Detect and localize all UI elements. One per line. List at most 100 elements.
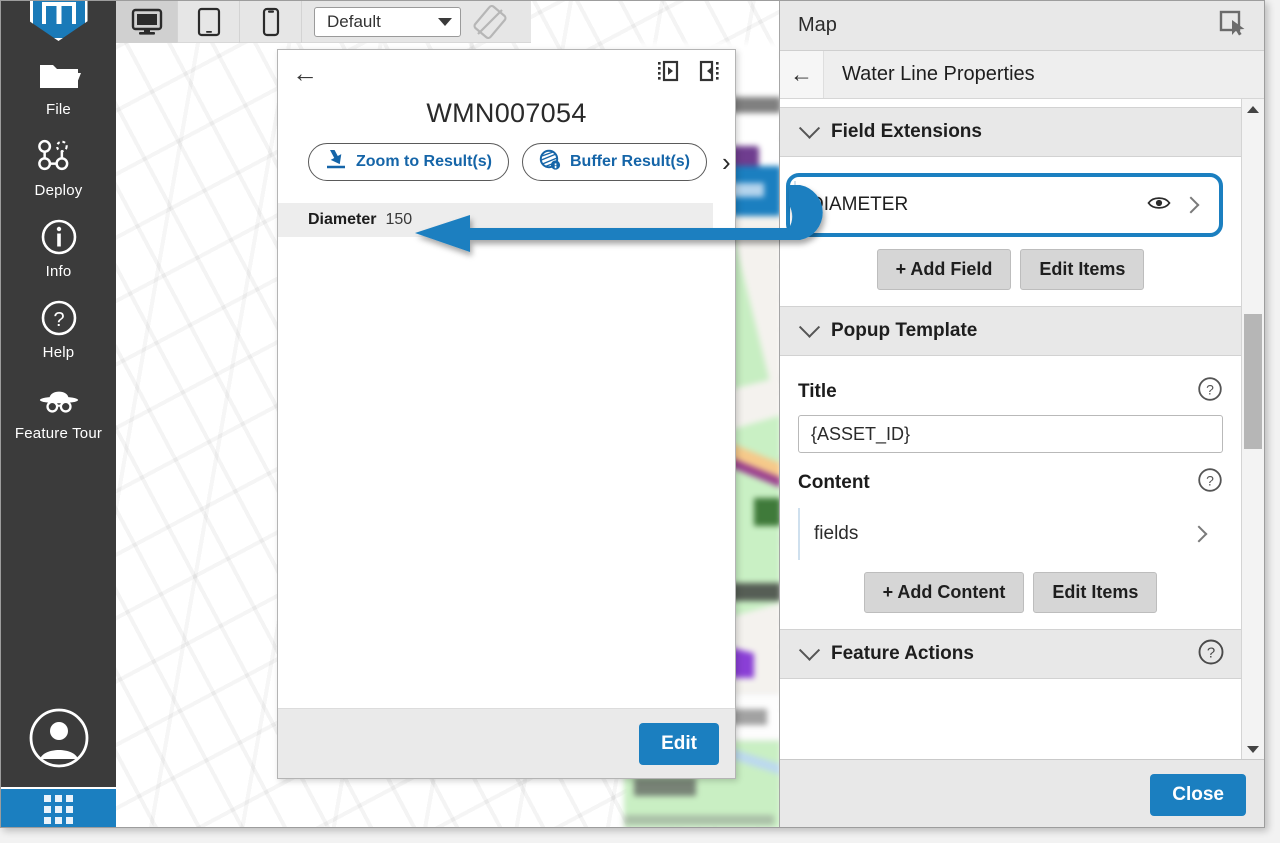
desktop-preview-button[interactable] [116,1,178,43]
scroll-down-arrow-icon[interactable] [1242,739,1264,759]
buffer-icon [539,149,561,176]
sidebar-item-deploy[interactable]: Deploy [1,124,116,205]
layout-select-value: Default [327,11,381,31]
attribute-value: 150 [385,211,413,228]
device-preview-toolbar: Default [116,1,531,43]
section-body-field-extensions: DIAMETER + Add Field Edit Items [780,157,1241,306]
popup-title-input[interactable] [798,415,1223,453]
breadcrumb-label: Water Line Properties [842,63,1035,85]
field-extension-buttons: + Add Field Edit Items [798,249,1223,290]
scroll-up-arrow-icon[interactable] [1242,99,1264,119]
section-header-field-extensions[interactable]: Field Extensions [780,107,1241,157]
side-panel-titlebar: Map [780,1,1264,51]
user-avatar-icon [29,708,88,768]
highlight-callout-box: DIAMETER [786,173,1223,237]
sidebar-item-feature-tour[interactable]: Feature Tour [1,367,116,448]
popup-content-buttons: + Add Content Edit Items [798,572,1223,613]
sidebar-item-label: Deploy [34,182,83,199]
breadcrumb: ← Water Line Properties [780,51,1264,99]
sidebar-item-label: File [46,101,71,118]
detective-hat-icon [37,379,81,419]
popup-toolbar: ← [278,50,735,96]
page-title: Map [798,14,837,36]
chevron-down-icon [798,316,821,338]
app-launcher-button[interactable] [1,789,116,827]
rotate-device-button[interactable] [471,3,509,41]
field-extension-item-diameter[interactable]: DIAMETER [794,181,1215,229]
rotate-device-icon [473,4,507,39]
eye-icon[interactable] [1147,195,1171,216]
app-root: File Deploy Info ? Help Feature Tour Def… [0,0,1280,843]
popup-content-item-fields[interactable]: fields [798,508,1223,560]
tablet-preview-button[interactable] [178,1,240,43]
chevron-right-icon[interactable]: › [722,149,731,175]
info-circle-icon [37,217,81,257]
folder-icon [37,55,81,95]
help-circle-icon[interactable]: ? [1197,376,1223,407]
title-field-label-row: Title ? [798,376,1223,407]
attribute-name: Diameter [308,211,377,228]
sidebar-item-file[interactable]: File [1,43,116,124]
shield-logo-icon [29,1,88,41]
title-field-label: Title [798,380,837,402]
edit-button[interactable]: Edit [639,722,719,765]
section-body-popup-template: Title ? Content [780,356,1241,629]
section-header-popup-template[interactable]: Popup Template [780,306,1241,356]
edit-items-button-content[interactable]: Edit Items [1033,572,1158,613]
svg-text:?: ? [1206,473,1214,489]
sidebar-item-label: Help [42,344,75,361]
help-circle-icon[interactable]: ? [1197,638,1225,671]
popup-dock-controls [657,60,721,87]
chevron-down-icon [798,639,821,661]
sidebar-item-info[interactable]: Info [1,205,116,286]
zoom-to-icon [325,147,347,175]
content-field-label-row: Content ? [798,467,1223,498]
chevron-down-icon [798,117,821,139]
popup-footer: Edit [278,708,735,778]
help-circle-icon[interactable]: ? [1197,467,1223,498]
layout-select[interactable]: Default [314,6,461,37]
avatar[interactable] [1,707,116,787]
phone-preview-button[interactable] [240,1,302,43]
sidebar-item-help[interactable]: ? Help [1,286,116,367]
zoom-to-results-label: Zoom to Result(s) [356,153,492,170]
side-panel-scrollbar[interactable] [1241,99,1264,759]
svg-text:?: ? [53,309,64,331]
side-panel-scroll-area: Field Extensions DIAMETER + Add Field Ed… [780,99,1241,759]
section-title: Feature Actions [831,643,974,664]
deploy-nodes-icon [37,136,81,176]
section-title: Popup Template [831,320,978,341]
chevron-down-icon [438,17,452,26]
buffer-results-label: Buffer Result(s) [570,153,691,170]
select-rectangle-icon[interactable] [1218,9,1248,42]
monitor-icon [131,8,162,35]
section-header-feature-actions[interactable]: Feature Actions ? [780,629,1241,679]
zoom-to-results-button[interactable]: Zoom to Result(s) [308,143,509,181]
side-panel-body: Field Extensions DIAMETER + Add Field Ed… [780,99,1264,759]
properties-side-panel: Map ← Water Line Properties Field Extens… [779,1,1264,827]
chevron-right-icon[interactable] [1182,196,1200,214]
sidebar-item-label: Feature Tour [14,425,103,442]
back-arrow-icon[interactable]: ← [780,51,824,98]
field-name: DIAMETER [810,194,909,215]
content-item-name: fields [814,523,859,544]
svg-text:?: ? [1206,382,1214,398]
svg-text:?: ? [1207,644,1215,661]
dock-panel-right-icon[interactable] [699,60,721,87]
left-nav-rail: File Deploy Info ? Help Feature Tour [1,1,116,827]
content-field-label: Content [798,471,870,493]
chevron-right-icon[interactable] [1190,525,1208,543]
scrollbar-thumb[interactable] [1244,314,1262,449]
back-arrow-icon[interactable]: ← [292,60,318,86]
dock-panel-left-icon[interactable] [657,60,679,87]
app-logo [1,1,116,43]
section-body-feature-actions [780,679,1241,723]
attribute-list: Diameter 150 [278,203,735,237]
close-button[interactable]: Close [1150,773,1246,816]
add-field-button[interactable]: + Add Field [876,249,1012,290]
buffer-results-button[interactable]: Buffer Result(s) [522,143,708,181]
application-window: File Deploy Info ? Help Feature Tour Def… [0,0,1265,828]
sidebar-item-label: Info [45,263,72,280]
add-content-button[interactable]: + Add Content [863,572,1025,613]
edit-items-button-fields[interactable]: Edit Items [1020,249,1145,290]
